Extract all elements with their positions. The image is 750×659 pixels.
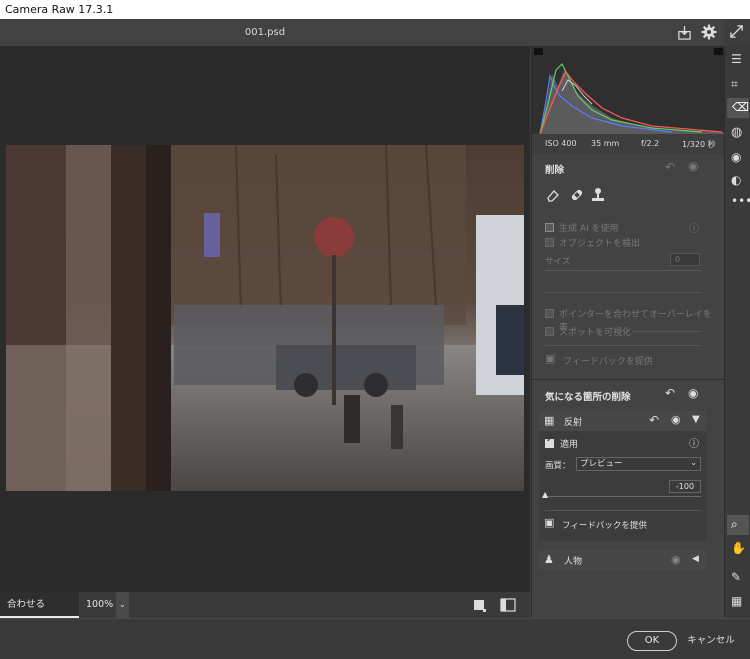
info-icon[interactable]: ⓘ	[689, 435, 699, 450]
gear-icon[interactable]	[701, 24, 717, 40]
overlay-checkbox[interactable]	[545, 309, 554, 318]
clone-stamp-icon[interactable]	[591, 187, 605, 203]
before-after-icon[interactable]	[500, 598, 516, 612]
iso-value: ISO 400	[545, 139, 577, 148]
eraser-icon[interactable]	[546, 188, 560, 202]
ok-button[interactable]: OK	[627, 631, 677, 651]
dialog-footer: OK キャンセル	[0, 618, 750, 659]
quality-value: プレビュー	[580, 459, 623, 469]
distraction-section-title: 気になる箇所の削除	[545, 392, 631, 403]
image-canvas[interactable]	[0, 46, 530, 591]
gen-ai-label: 生成 AI を使用	[559, 224, 619, 234]
cancel-button[interactable]: キャンセル	[686, 631, 736, 651]
remove-section-title: 削除	[545, 165, 565, 176]
detect-objects-checkbox[interactable]	[545, 238, 554, 247]
people-label: 人物	[564, 557, 583, 567]
quality-select[interactable]: プレビュー ⌄	[576, 457, 701, 471]
divider	[545, 292, 701, 293]
people-icon: ♟	[544, 553, 554, 566]
detect-objects-label: オブジェクトを検出	[559, 239, 641, 249]
fit-zoom-button[interactable]: 合わせる (40.1%)	[0, 592, 79, 636]
reset-icon[interactable]: ↶	[665, 386, 675, 400]
apply-label: 適用	[560, 440, 579, 450]
eyedropper-icon[interactable]: ✎	[731, 570, 741, 584]
visualize-spots-label: スポットを可視化	[559, 328, 632, 338]
gen-ai-checkbox[interactable]	[545, 223, 554, 232]
quality-label: 画質：	[545, 461, 571, 471]
zoom-100-button[interactable]: 100%	[79, 592, 116, 618]
edit-panel: ISO 400 35 mm f/2.2 1/320 秒 削除 ↶ ◉ 生成 AI…	[531, 46, 725, 618]
export-icon[interactable]	[677, 25, 692, 40]
size-label: サイズ	[545, 257, 571, 267]
chevron-down-icon: ⌄	[690, 458, 697, 467]
spots-slider[interactable]	[632, 331, 701, 332]
visualize-spots-checkbox[interactable]	[545, 327, 554, 336]
slider-handle[interactable]: ▲	[542, 490, 548, 499]
eye-icon[interactable]: ◉	[671, 413, 681, 426]
shutter-speed: 1/320 秒	[682, 140, 716, 149]
feedback-icon: ▣	[545, 352, 556, 365]
sliders-icon[interactable]: ☰	[731, 52, 742, 66]
top-toolbar: 001.psd	[0, 19, 724, 46]
histogram	[532, 46, 725, 134]
view-mode-icon[interactable]	[474, 600, 486, 612]
redeye-icon[interactable]: ◉	[731, 150, 741, 164]
reset-icon[interactable]: ↶	[649, 413, 659, 427]
eye-icon[interactable]: ◉	[688, 159, 698, 173]
reflection-panel: ▦ 反射 ↶ ◉ ▼ ✓ 適用 ⓘ 画質： プレビュー ⌄ -100 ▲ ▣ フ…	[539, 411, 706, 541]
feedback-icon: ▣	[544, 516, 555, 529]
focal-length: 35 mm	[591, 139, 620, 148]
exif-info: ISO 400 35 mm f/2.2 1/320 秒	[532, 134, 725, 154]
divider	[545, 345, 701, 346]
reflection-slider[interactable]	[545, 496, 701, 497]
bandage-icon[interactable]	[569, 187, 585, 203]
eye-icon[interactable]: ◉	[671, 553, 681, 566]
chevron-down-icon: ⌄	[119, 600, 126, 609]
reflection-feedback-link[interactable]: フィードバックを提供	[562, 519, 647, 531]
document-filename: 001.psd	[244, 27, 286, 38]
reset-icon[interactable]: ↶	[665, 160, 675, 174]
more-icon[interactable]: •••	[731, 194, 750, 208]
reflection-label: 反射	[564, 418, 583, 428]
divider	[545, 510, 701, 511]
presets-icon[interactable]: ◐	[731, 173, 741, 187]
hand-icon[interactable]: ✋	[731, 541, 746, 555]
expand-icon[interactable]	[729, 24, 744, 39]
size-slider[interactable]	[545, 270, 701, 271]
expand-arrow-icon[interactable]: ◀	[692, 554, 699, 564]
check-icon: ✓	[546, 435, 554, 445]
eye-icon[interactable]: ◉	[688, 386, 698, 400]
size-input[interactable]: 0	[670, 253, 700, 266]
window-title: Camera Raw 17.3.1	[0, 0, 750, 19]
reflection-icon: ▦	[544, 414, 555, 427]
photo-preview	[6, 145, 524, 491]
tool-strip: ☰ ⌗ ⌫ ◍ ◉ ◐ ••• ⌕ ✋ ✎ ▦	[724, 46, 750, 618]
zoom-icon[interactable]: ⌕	[731, 517, 738, 532]
aperture: f/2.2	[641, 139, 660, 148]
info-icon[interactable]: ⓘ	[689, 220, 699, 235]
grid-icon[interactable]: ▦	[731, 594, 742, 608]
people-row[interactable]: ♟ 人物 ◉ ◀	[539, 550, 706, 570]
reflection-amount-input[interactable]: -100	[669, 480, 701, 493]
remove-feedback-link[interactable]: フィードバックを提供	[563, 354, 653, 367]
zoom-dropdown[interactable]: ⌄	[116, 592, 129, 618]
section-divider	[532, 379, 725, 380]
eraser-icon[interactable]: ⌫	[732, 100, 749, 114]
collapse-icon[interactable]: ▼	[692, 414, 700, 425]
crop-icon[interactable]: ⌗	[731, 77, 738, 92]
masking-icon[interactable]: ◍	[731, 125, 742, 140]
zoom-bar: 合わせる (40.1%) 100% ⌄	[0, 591, 530, 636]
